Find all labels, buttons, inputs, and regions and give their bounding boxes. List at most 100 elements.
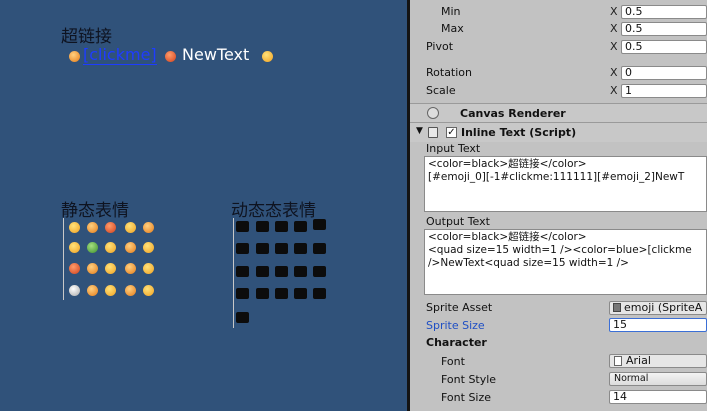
sprite-size-label: Sprite Size <box>426 319 485 332</box>
emoji-icon <box>69 242 80 253</box>
inline-text-header[interactable]: ▼ ✓ Inline Text (Script) <box>410 122 707 142</box>
emoji-icon <box>143 242 154 253</box>
emoji-icon <box>105 222 116 233</box>
animated-emoji-icon <box>313 219 326 230</box>
rotation-x-field[interactable]: 0 <box>621 66 707 80</box>
min-label: Min <box>441 5 461 18</box>
animated-emoji-icon <box>294 243 307 254</box>
pivot-row: Pivot X 0.5 <box>410 38 707 56</box>
anchor-min-row: Min X 0.5 <box>410 3 707 21</box>
emoji-icon <box>105 263 116 274</box>
output-text-line: />NewText<quad size=15 width=1 /> <box>428 257 629 269</box>
animated-emoji-icon <box>236 221 249 232</box>
anchor-max-row: Max X 0.5 <box>410 20 707 38</box>
output-text-line: <color=black>超链接</color> <box>428 231 587 243</box>
sprite-size-row: Sprite Size 15 <box>410 317 707 335</box>
font-asset-icon <box>614 356 622 366</box>
font-label: Font <box>441 355 465 368</box>
axis-x-label: X <box>610 22 618 35</box>
emoji-icon <box>143 222 154 233</box>
emoji-icon <box>143 263 154 274</box>
animated-emoji-icon <box>294 266 307 277</box>
output-text-line: <quad size=15 width=1 /><color=blue>[cli… <box>428 244 692 256</box>
emoji-icon <box>105 285 116 296</box>
sprite-asset-label: Sprite Asset <box>426 301 493 314</box>
emoji-icon <box>143 285 154 296</box>
max-label: Max <box>441 22 464 35</box>
scene-view[interactable]: 超链接 [clickme] NewText 静态表情 动态态表情 <box>0 0 407 411</box>
sprite-asset-row: Sprite Asset emoji (SpriteA <box>410 299 707 317</box>
text-cursor-line <box>233 218 234 328</box>
emoji-icon <box>69 51 80 62</box>
input-text-line: <color=black>超链接</color> <box>428 158 587 170</box>
character-section-label: Character <box>426 336 487 349</box>
output-text-label: Output Text <box>426 215 490 228</box>
animated-emoji-icon <box>256 288 269 299</box>
font-value: Arial <box>626 354 651 367</box>
emoji-icon <box>69 285 80 296</box>
font-size-row: Font Size 14 <box>410 389 707 407</box>
input-text-label: Input Text <box>426 142 481 155</box>
output-text-area[interactable]: <color=black>超链接</color> <quad size=15 w… <box>424 229 707 295</box>
emoji-icon <box>87 222 98 233</box>
animated-emoji-icon <box>236 243 249 254</box>
sprite-size-field[interactable]: 15 <box>609 318 707 332</box>
emoji-icon <box>125 285 136 296</box>
foldout-arrow-icon[interactable]: ▼ <box>416 126 423 136</box>
axis-x-label: X <box>610 40 618 53</box>
emoji-icon <box>125 263 136 274</box>
animated-emoji-icon <box>294 288 307 299</box>
sprite-asset-value: emoji (SpriteA <box>624 301 703 314</box>
emoji-icon <box>69 263 80 274</box>
animated-emoji-icon <box>275 243 288 254</box>
font-style-row: Font Style Normal <box>410 371 707 389</box>
input-text-area[interactable]: <color=black>超链接</color> [#emoji_0][-1#c… <box>424 156 707 212</box>
input-text-line: [#emoji_0][-1#clickme:111111][#emoji_2]N… <box>428 171 685 183</box>
sprite-asset-icon <box>613 303 621 312</box>
emoji-icon <box>165 51 176 62</box>
animated-emoji-icon <box>256 266 269 277</box>
canvas-renderer-header[interactable]: Canvas Renderer <box>410 103 707 123</box>
inline-text-label: Inline Text (Script) <box>461 126 577 139</box>
sprite-asset-field[interactable]: emoji (SpriteA <box>609 301 707 315</box>
scale-row: Scale X 1 <box>410 82 707 100</box>
pivot-label: Pivot <box>426 40 454 53</box>
font-style-dropdown[interactable]: Normal <box>609 372 707 386</box>
emoji-icon <box>87 285 98 296</box>
animated-emoji-icon <box>313 288 326 299</box>
animated-emoji-icon <box>275 221 288 232</box>
rotation-label: Rotation <box>426 66 473 79</box>
min-x-field[interactable]: 0.5 <box>621 5 707 19</box>
emoji-icon <box>87 263 98 274</box>
animated-emoji-icon <box>236 288 249 299</box>
newtext-label: NewText <box>182 45 250 64</box>
animated-emoji-icon <box>236 312 249 323</box>
scale-label: Scale <box>426 84 456 97</box>
emoji-icon <box>125 242 136 253</box>
animated-emoji-icon <box>313 243 326 254</box>
font-size-field[interactable]: 14 <box>609 390 707 404</box>
animated-emoji-icon <box>313 266 326 277</box>
pivot-x-field[interactable]: 0.5 <box>621 40 707 54</box>
hyperlink-clickme[interactable]: [clickme] <box>83 46 157 65</box>
hyperlink-title: 超链接 <box>61 27 112 47</box>
animated-emoji-icon <box>236 266 249 277</box>
axis-x-label: X <box>610 66 618 79</box>
script-icon <box>428 127 438 138</box>
axis-x-label: X <box>610 84 618 97</box>
axis-x-label: X <box>610 5 618 18</box>
animated-emoji-icon <box>275 288 288 299</box>
font-style-label: Font Style <box>441 373 497 386</box>
scale-x-field[interactable]: 1 <box>621 84 707 98</box>
text-cursor-line <box>63 218 64 300</box>
font-field[interactable]: Arial <box>609 354 707 368</box>
animated-emoji-icon <box>275 266 288 277</box>
enabled-checkbox[interactable]: ✓ <box>446 127 457 138</box>
max-x-field[interactable]: 0.5 <box>621 22 707 36</box>
dynamic-emoji-title: 动态态表情 <box>231 201 316 221</box>
static-emoji-title: 静态表情 <box>61 201 129 221</box>
emoji-icon <box>105 242 116 253</box>
animated-emoji-icon <box>256 243 269 254</box>
emoji-icon <box>262 51 273 62</box>
canvas-renderer-label: Canvas Renderer <box>460 107 566 120</box>
